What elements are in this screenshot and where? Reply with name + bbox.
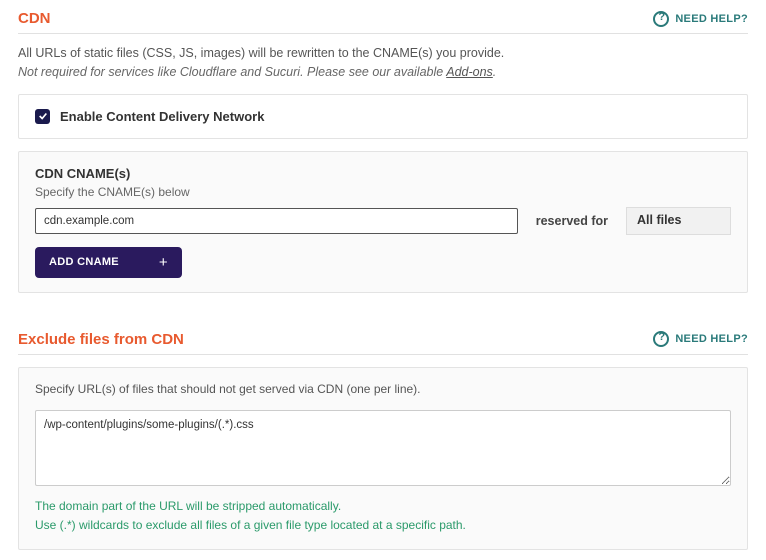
enable-cdn-label[interactable]: Enable Content Delivery Network (60, 109, 264, 124)
cname-field-label: CDN CNAME(s) (35, 166, 731, 181)
hint-line2: Use (.*) wildcards to exclude all files … (35, 516, 731, 535)
cdn-cname-panel: CDN CNAME(s) Specify the CNAME(s) below … (18, 151, 748, 293)
cname-field-sub: Specify the CNAME(s) below (35, 185, 731, 199)
exclude-title: Exclude files from CDN (18, 331, 184, 348)
exclude-help-link[interactable]: NEED HELP? (653, 331, 748, 347)
enable-cdn-checkbox[interactable] (35, 109, 50, 124)
cdn-desc-line2-suffix: . (493, 65, 496, 79)
cdn-desc-line2-prefix: Not required for services like Cloudflar… (18, 65, 446, 79)
cdn-help-link[interactable]: NEED HELP? (653, 11, 748, 27)
exclude-desc: Specify URL(s) of files that should not … (35, 382, 731, 396)
exclude-textarea[interactable] (35, 410, 731, 486)
plus-icon: + (159, 254, 168, 271)
add-cname-button[interactable]: ADD CNAME + (35, 247, 182, 278)
help-icon (653, 331, 669, 347)
exclude-hint: The domain part of the URL will be strip… (35, 497, 731, 535)
help-label: NEED HELP? (675, 13, 748, 25)
check-icon (38, 111, 48, 121)
reserved-for-select[interactable]: All files (626, 207, 731, 235)
cdn-description: All URLs of static files (CSS, JS, image… (18, 44, 748, 82)
cdn-section-header: CDN NEED HELP? (18, 10, 748, 34)
addons-link[interactable]: Add-ons (446, 65, 493, 79)
help-label: NEED HELP? (675, 333, 748, 345)
enable-cdn-panel: Enable Content Delivery Network (18, 94, 748, 139)
cdn-desc-line1: All URLs of static files (CSS, JS, image… (18, 44, 748, 63)
cname-input[interactable] (35, 208, 518, 234)
exclude-panel: Specify URL(s) of files that should not … (18, 367, 748, 550)
cdn-title: CDN (18, 10, 51, 27)
reserved-for-label: reserved for (536, 214, 608, 228)
hint-line1: The domain part of the URL will be strip… (35, 497, 731, 516)
help-icon (653, 11, 669, 27)
exclude-section-header: Exclude files from CDN NEED HELP? (18, 331, 748, 355)
add-cname-label: ADD CNAME (49, 256, 119, 268)
